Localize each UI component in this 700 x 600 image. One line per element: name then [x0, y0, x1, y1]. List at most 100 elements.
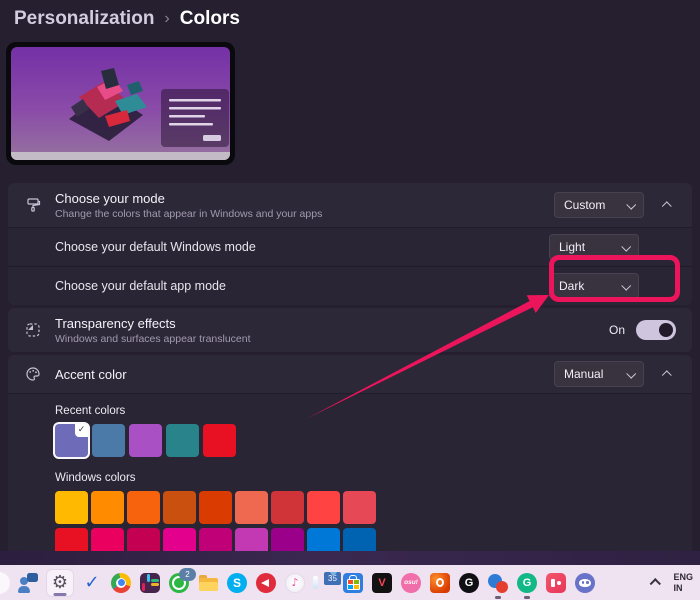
running-indicator: [495, 596, 501, 599]
whatsapp-icon[interactable]: 2: [168, 572, 190, 594]
color-swatch[interactable]: [199, 528, 232, 553]
chevron-up-icon: [661, 370, 671, 380]
windows-colors-row2: [55, 528, 692, 553]
paintbrush-icon: [24, 196, 42, 214]
file-explorer-icon[interactable]: [197, 572, 219, 594]
color-swatch[interactable]: [271, 491, 304, 524]
mail-icon[interactable]: 35: [313, 572, 335, 594]
theme-preview-frame: [6, 42, 235, 165]
windows-colors-label: Windows colors: [55, 472, 692, 484]
transparency-toggle[interactable]: [636, 320, 676, 340]
video-editor-icon[interactable]: [545, 572, 567, 594]
accent-color-title: Accent color: [55, 367, 127, 382]
color-swatch[interactable]: [235, 528, 268, 553]
logitech-g-icon[interactable]: G: [458, 572, 480, 594]
windows-mode-dropdown[interactable]: Light: [549, 234, 639, 260]
theme-preview-image: [11, 47, 230, 160]
breadcrumb-personalization[interactable]: Personalization: [14, 8, 154, 30]
language-indicator[interactable]: ENG IN: [673, 572, 693, 593]
system-tray: ENG IN: [651, 572, 700, 593]
chevron-up-icon: [661, 201, 671, 211]
color-swatch[interactable]: [307, 528, 340, 553]
transparency-title: Transparency effects: [55, 316, 251, 331]
default-app-mode-label: Choose your default app mode: [55, 279, 226, 293]
color-swatch[interactable]: [199, 491, 232, 524]
valorant-icon[interactable]: V: [371, 572, 393, 594]
accent-dropdown[interactable]: Manual: [554, 361, 644, 387]
transparency-icon: [24, 321, 42, 339]
default-windows-mode-label: Choose your default Windows mode: [55, 240, 256, 254]
color-swatch[interactable]: [343, 491, 376, 524]
app-mode-dropdown[interactable]: Dark: [549, 273, 639, 299]
color-swatch[interactable]: [307, 491, 340, 524]
choose-mode-card: Choose your mode Change the colors that …: [8, 183, 692, 305]
kite-trading-icon[interactable]: [255, 572, 277, 594]
toggle-on-label: On: [609, 323, 625, 337]
selected-check-icon: ✓: [75, 424, 88, 437]
color-swatch[interactable]: [92, 424, 125, 457]
color-swatch[interactable]: [91, 528, 124, 553]
windows-colors-row1: [55, 491, 692, 524]
settings-gear-icon[interactable]: ⚙: [46, 569, 74, 597]
chevron-down-icon: [621, 280, 631, 290]
transparency-card: Transparency effects Windows and surface…: [8, 308, 692, 352]
windows-mode-dropdown-value: Light: [559, 240, 585, 254]
color-swatch[interactable]: [203, 424, 236, 457]
default-windows-mode-row: Choose your default Windows mode Light: [8, 227, 692, 266]
settings-window: Personalization › Colors: [0, 0, 700, 600]
color-swatch[interactable]: [163, 528, 196, 553]
mode-dropdown[interactable]: Custom: [554, 192, 644, 218]
office-icon[interactable]: [429, 572, 451, 594]
preview-window-card: [161, 89, 229, 147]
check-glyph: ✓: [84, 574, 99, 592]
language-line2: IN: [673, 583, 682, 593]
palette-icon: [24, 365, 42, 383]
transparency-row: Transparency effects Windows and surface…: [8, 308, 692, 352]
accent-expanded-panel: Recent colors ✓ Windows colors: [8, 393, 692, 553]
color-swatch[interactable]: [129, 424, 162, 457]
discord-icon[interactable]: [574, 572, 596, 594]
accent-collapse-button[interactable]: [658, 365, 676, 383]
contact-chat-icon[interactable]: [17, 572, 39, 594]
start-partial-icon[interactable]: [0, 572, 10, 594]
color-swatch[interactable]: [91, 491, 124, 524]
breadcrumb-separator: ›: [164, 10, 169, 28]
language-line1: ENG: [673, 572, 693, 582]
grammarly-icon[interactable]: G: [516, 572, 538, 594]
accent-color-card: Accent color Manual Recent colors ✓ Wind…: [8, 355, 692, 553]
tray-chevron-up-icon[interactable]: [651, 578, 661, 588]
taskbar: ⚙ ✓ 2 S ♪: [0, 565, 700, 600]
whatsapp-badge: 2: [179, 568, 196, 581]
app-mode-dropdown-value: Dark: [559, 279, 584, 293]
color-swatch[interactable]: [55, 528, 88, 553]
toggle-knob: [659, 323, 673, 337]
osu-icon[interactable]: osu!: [400, 572, 422, 594]
color-swatch[interactable]: [55, 491, 88, 524]
chevron-down-icon: [621, 241, 631, 251]
mode-dropdown-value: Custom: [564, 198, 605, 212]
preview-taskbar-strip: [11, 152, 230, 160]
mode-collapse-button[interactable]: [658, 196, 676, 214]
color-swatch[interactable]: [271, 528, 304, 553]
color-swatch[interactable]: [127, 528, 160, 553]
default-app-mode-row: Choose your default app mode Dark: [8, 266, 692, 305]
chevron-down-icon: [626, 368, 636, 378]
color-swatch[interactable]: ✓: [55, 424, 88, 457]
color-swatch[interactable]: [235, 491, 268, 524]
choose-mode-subtitle: Change the colors that appear in Windows…: [55, 208, 322, 220]
microsoft-store-icon[interactable]: [342, 572, 364, 594]
color-swatch[interactable]: [343, 528, 376, 553]
desktop-strip: [0, 551, 700, 565]
color-swatch[interactable]: [166, 424, 199, 457]
slack-icon[interactable]: [139, 572, 161, 594]
todo-check-icon[interactable]: ✓: [81, 572, 103, 594]
taskbar-icons: ⚙ ✓ 2 S ♪: [0, 569, 596, 597]
photos-icon[interactable]: [487, 572, 509, 594]
color-swatch[interactable]: [127, 491, 160, 524]
skype-icon[interactable]: S: [226, 572, 248, 594]
accent-dropdown-value: Manual: [564, 367, 603, 381]
choose-mode-row: Choose your mode Change the colors that …: [8, 183, 692, 227]
color-swatch[interactable]: [163, 491, 196, 524]
itunes-icon[interactable]: ♪: [284, 572, 306, 594]
chrome-icon[interactable]: [110, 572, 132, 594]
